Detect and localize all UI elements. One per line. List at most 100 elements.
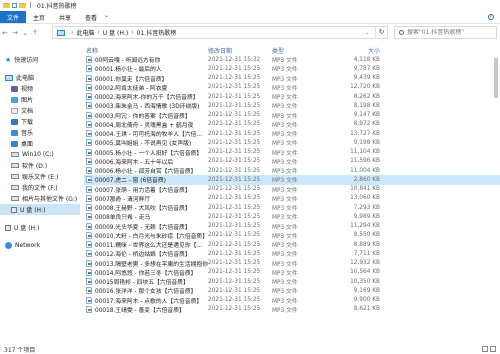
- mp3-file-icon: [86, 213, 92, 221]
- file-row[interactable]: 00006.杨小壮 - 孤芳自赏【六倍音质】 2021-12-31 15:25 MP…: [84, 166, 500, 175]
- new-folder-icon[interactable]: [19, 2, 26, 8]
- file-name-cell: 00013.隔壁老樊 - 多想在平庸的生活拥抱你: [84, 259, 208, 268]
- file-row[interactable]: 00001.杨小壮 - 最后的人 2021-12-31 15:25 MP3 文件 9,…: [84, 64, 500, 73]
- back-icon[interactable]: ←: [0, 29, 10, 37]
- file-name: 00017.海来阿木 - 点歌的人【六倍音质】: [95, 298, 203, 305]
- file-name-cell: 00005.莫叫姐姐 - 不说再见 (女声版): [84, 138, 208, 147]
- mp3-file-icon: [86, 259, 92, 267]
- tab-file[interactable]: 文件: [0, 11, 27, 23]
- sidebar-item-drive-h[interactable]: U 盘 (H:): [0, 204, 80, 215]
- column-header-date[interactable]: 修改日期: [208, 46, 272, 55]
- column-header-name[interactable]: 名称: [84, 46, 208, 55]
- file-row[interactable]: 00016.张洋洋 - 那个女孩【六倍音质】 2021-12-31 15:25 MP…: [84, 286, 500, 295]
- breadcrumb-usb-drive[interactable]: U 盘 (H:): [103, 28, 128, 37]
- forward-icon[interactable]: →: [10, 29, 20, 37]
- breadcrumb-this-pc[interactable]: 此电脑: [76, 28, 94, 37]
- mp3-file-icon: [86, 120, 92, 128]
- file-row[interactable]: 00阿云嘎 - 听闻远方有你 2021-12-31 15:32 MP3 文件 4,11…: [84, 55, 500, 64]
- file-name: 00001.杨小壮 - 最后的人: [95, 67, 162, 74]
- file-type: MP3 文件: [272, 85, 298, 92]
- file-row[interactable]: 00003.阿冗 - 你的答案【六倍音质】 2021-12-31 15:25 MP3…: [84, 111, 500, 120]
- file-row[interactable]: 0007那奇 - 清河畔厅 2021-12-31 15:25 MP3 文件 13,06…: [84, 194, 500, 203]
- file-row[interactable]: 00001.你莫走【六倍音质】 2021-12-31 15:25 MP3 文件 9,4…: [84, 74, 500, 83]
- search-icon: [399, 30, 404, 35]
- file-row[interactable]: 00002.阿肯太徒弟 - 阿衣夏 2021-12-31 15:25 MP3 文件 1…: [84, 83, 500, 92]
- drive-icon: [11, 163, 19, 168]
- file-size: 9,169 KB: [353, 287, 380, 294]
- file-row[interactable]: 00007.虎二 - 窗 (6倍音质) 2021-12-31 15:25 MP3 文…: [84, 175, 500, 185]
- file-row[interactable]: 00003.柴朱金马 - 西海情歌 (3D环绕版) 2021-12-31 15:2…: [84, 101, 500, 110]
- sidebar-item-this-pc[interactable]: 此电脑: [0, 72, 80, 83]
- file-name: 00001.你莫走【六倍音质】: [95, 76, 168, 83]
- computer-icon: [5, 74, 13, 81]
- sidebar-item-drive-e[interactable]: 娱乐文件 (E:): [0, 171, 80, 182]
- details-view-icon[interactable]: [482, 346, 488, 352]
- breadcrumb-current-folder[interactable]: 01.抖音热歌榜: [137, 28, 177, 37]
- file-name-cell: 00003.柴朱金马 - 西海情歌 (3D环绕版): [84, 101, 208, 110]
- file-row[interactable]: 00007.张萌 - 用力活着【六倍音质】 2021-12-31 15:25 MP3…: [84, 185, 500, 194]
- file-type: MP3 文件: [272, 150, 298, 157]
- refresh-icon[interactable]: ↻: [375, 27, 387, 38]
- tab-home[interactable]: 主页: [26, 11, 52, 23]
- sidebar-item-documents[interactable]: 文档: [0, 105, 80, 116]
- sidebar-item-videos[interactable]: 视频: [0, 83, 80, 94]
- file-row[interactable]: 00012.海伦 - 桥边姑娘【六倍音质】 2021-12-31 15:25 MP3…: [84, 249, 500, 258]
- file-row[interactable]: 00015周艳邦 - 四块五【六倍音质】 2021-12-31 15:25 MP3 …: [84, 277, 500, 286]
- sidebar-item-pictures[interactable]: 图片: [0, 94, 80, 105]
- sidebar-item-quick-access[interactable]: ★ 快速访问: [0, 54, 80, 65]
- file-row[interactable]: 00009.光头华夏 - 无赖【六倍音质】 2021-12-31 15:25 MP3…: [84, 222, 500, 231]
- tab-share[interactable]: 共享: [52, 11, 78, 23]
- sidebar-item-drive-c[interactable]: Win10 (C:): [0, 149, 80, 160]
- column-header-size[interactable]: 大小: [336, 46, 384, 55]
- mp3-file-icon: [86, 287, 92, 295]
- column-header-type[interactable]: 类型: [272, 46, 336, 55]
- file-size: 13,060 KB: [350, 195, 380, 202]
- file-name: 00012.海伦 - 桥边姑娘【六倍音质】: [95, 252, 191, 259]
- sidebar-item-desktop[interactable]: 桌面: [0, 138, 80, 149]
- file-name-cell: 00008.王赫野 - 大风吹【六倍音质】: [84, 203, 208, 212]
- file-row[interactable]: 00005.莫叫姐姐 - 不说再见 (女声版) 2021-12-31 15:25 M…: [84, 138, 500, 147]
- sidebar-item-music[interactable]: 音乐: [0, 127, 80, 138]
- file-row[interactable]: 00002.海来阿木-你的万千【六倍音质】 2021-12-31 15:25 MP3…: [84, 92, 500, 101]
- file-row[interactable]: 00004.王琪 - 可可托海的牧羊人【六倍音质】 2021-12-31 15:2…: [84, 129, 500, 138]
- sidebar-item-downloads[interactable]: 下载: [0, 116, 80, 127]
- file-row[interactable]: 00005.杨小壮 - 一个人挺好【六倍音质】 2021-12-31 15:25 M…: [84, 148, 500, 157]
- large-icons-view-icon[interactable]: [490, 346, 496, 352]
- sidebar-item-drive-g[interactable]: 相片与其他文件 (G:): [0, 193, 80, 204]
- file-row[interactable]: 00013.隔壁老樊 - 多想在平庸的生活拥抱你 2021-12-31 15:25…: [84, 259, 500, 268]
- file-name-cell: 00004.周北倚舟 - 灵魂黑盒 + 鹤月夜: [84, 120, 208, 129]
- recent-locations-icon[interactable]: ⌄: [20, 29, 30, 37]
- file-row[interactable]: 0008单良只希 - 走马 2021-12-31 15:25 MP3 文件 9,989…: [84, 212, 500, 221]
- file-row[interactable]: 00010.大籽 - 白月光与朱砂痣【六倍音质】 2021-12-31 15:25…: [84, 231, 500, 240]
- file-size: 9,989 KB: [353, 213, 380, 220]
- sort-indicator-icon: ^: [164, 45, 168, 46]
- address-bar[interactable]: › 此电脑 › U 盘 (H:) › 01.抖音热歌榜 ⌄ ↻: [52, 26, 388, 39]
- file-row[interactable]: 00004.周北倚舟 - 灵魂黑盒 + 鹤月夜 2021-12-31 15:25 M…: [84, 120, 500, 129]
- file-date: 2021-12-31 15:25: [208, 269, 261, 276]
- search-input[interactable]: [407, 29, 495, 36]
- up-arrow-icon[interactable]: ↑: [30, 29, 40, 37]
- file-row[interactable]: 00006.海来阿木 - 五十年以后 2021-12-31 15:25 MP3 文件…: [84, 157, 500, 166]
- usb-drive-icon: [5, 224, 11, 231]
- file-row[interactable]: 00018.王靖雯 - 善变【六倍音质】 2021-12-31 15:25 MP3 …: [84, 305, 500, 314]
- sidebar-item-drive-f[interactable]: 我的文件 (F:): [0, 182, 80, 193]
- title-bar: 01.抖音热歌榜: [0, 0, 500, 10]
- sidebar-item-label: 下载: [21, 119, 34, 126]
- help-icon[interactable]: ?: [488, 14, 494, 20]
- file-row[interactable]: 00014.阿悠悠 - 你若三冬【六倍音质】 2021-12-31 15:25 MP…: [84, 268, 500, 277]
- properties-icon[interactable]: [12, 2, 17, 8]
- vertical-scrollbar[interactable]: [494, 56, 498, 336]
- file-row[interactable]: 00008.王赫野 - 大风吹【六倍音质】 2021-12-31 15:25 MP3…: [84, 203, 500, 212]
- file-date: 2021-12-31 15:25: [208, 306, 261, 313]
- chevron-down-icon[interactable]: ⌄: [104, 12, 109, 19]
- sidebar-item-usb-drive[interactable]: U 盘 (H:): [0, 222, 80, 233]
- file-row[interactable]: 00011.糯咪 - 世界这么大还是遇见你【六倍音质】2021-12-31 15…: [84, 240, 500, 249]
- address-dropdown-icon[interactable]: ⌄: [362, 30, 372, 36]
- sidebar-item-drive-d[interactable]: 软件 (D:): [0, 160, 80, 171]
- sidebar-item-network[interactable]: Network: [0, 240, 80, 251]
- file-date: 2021-12-31 15:25: [208, 241, 261, 248]
- scrollbar-thumb[interactable]: [494, 58, 498, 98]
- file-row[interactable]: 00017.海来阿木 - 点歌的人【六倍音质】 2021-12-31 15:25 M…: [84, 296, 500, 305]
- file-name-cell: 00007.张萌 - 用力活着【六倍音质】: [84, 185, 208, 194]
- tab-view[interactable]: 查看: [78, 11, 104, 23]
